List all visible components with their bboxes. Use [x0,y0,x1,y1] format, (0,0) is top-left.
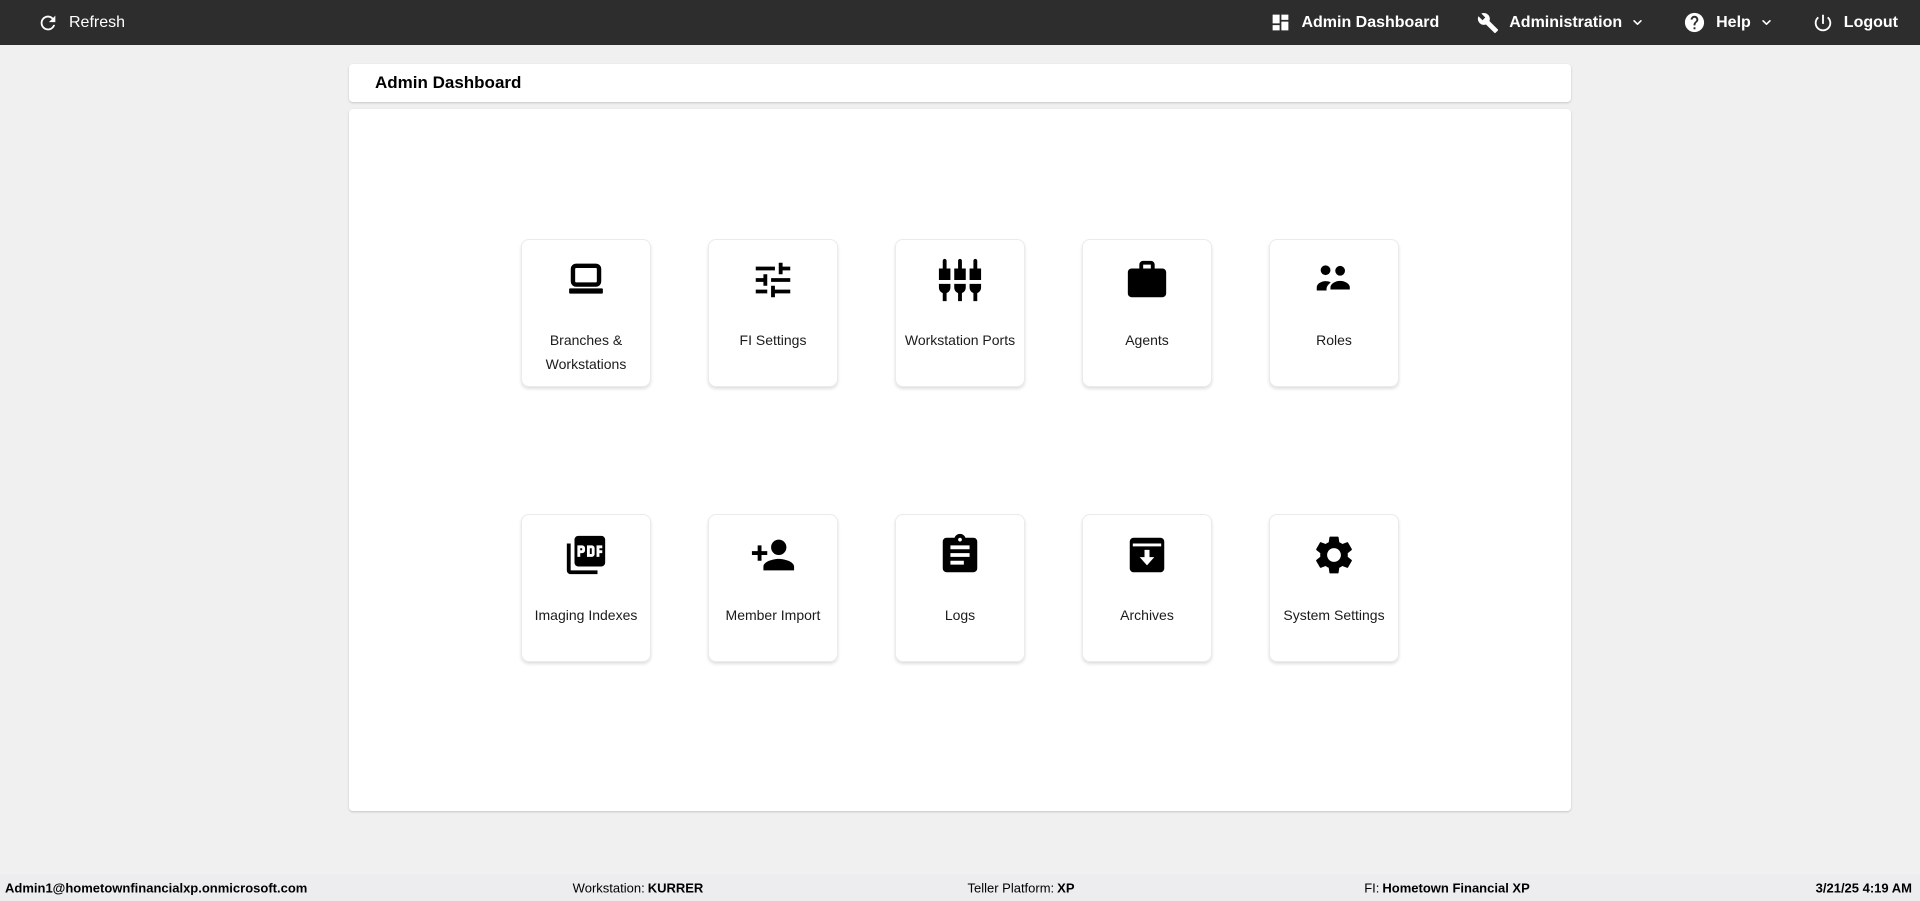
chevron-down-icon [1759,15,1774,30]
fi-status: FI: Hometown Financial XP [1364,880,1530,895]
workstation-status: Workstation: KURRER [573,880,704,895]
page-title: Admin Dashboard [375,73,522,92]
tile-fi-settings[interactable]: FI Settings [708,239,838,387]
power-icon [1814,14,1832,31]
refresh-icon [40,15,56,30]
tile-label: Workstation Ports [904,332,1016,348]
nav-admin-dashboard-label: Admin Dashboard [1301,13,1440,31]
dashboard-content-card: Branches & Workstations FI Settings Work… [349,109,1571,811]
tile-logs[interactable]: Logs [895,514,1025,662]
tile-workstation-ports[interactable]: Workstation Ports [895,239,1025,387]
tile-label: Member Import [725,607,821,623]
teller-platform-status: Teller Platform: XP [967,880,1074,895]
tile-label: Agents [1125,332,1169,348]
tile-label: System Settings [1283,607,1385,623]
tile-roles[interactable]: Roles [1269,239,1399,387]
chevron-down-icon [1630,15,1645,30]
tile-label: FI Settings [739,332,807,348]
clipboard-icon [942,533,978,573]
refresh-button[interactable]: Refresh [37,12,125,34]
fi-label: FI: [1364,880,1380,895]
archive-icon [1129,537,1165,573]
tile-label: Logs [944,607,976,623]
tile-member-import[interactable]: Member Import [708,514,838,662]
tile-imaging-indexes[interactable]: Imaging Indexes [521,514,651,662]
tile-label: Roles [1316,332,1352,348]
app-root: Refresh Admin Dashboard Administration H… [0,0,1920,901]
briefcase-icon [1127,260,1167,298]
teller-platform-label: Teller Platform: [967,880,1055,895]
tile-archives[interactable]: Archives [1082,514,1212,662]
tile-label: Archives [1120,607,1174,623]
page-title-card: Admin Dashboard [349,64,1571,102]
people-icon [1316,263,1352,292]
tile-label: Branches & Workstations [545,332,627,372]
input-component-icon [938,258,982,302]
workstation-label: Workstation: [572,880,645,895]
page-body: Admin Dashboard Branches & Workstations … [0,45,1920,874]
tile-branches-workstations[interactable]: Branches & Workstations [521,239,651,387]
person-add-icon [751,539,795,571]
topbar-right-nav: Admin Dashboard Administration Help Logo… [1270,11,1898,34]
nav-admin-dashboard[interactable]: Admin Dashboard [1270,12,1439,33]
dashboard-icon [1273,14,1289,31]
fi-value: Hometown Financial XP [1382,880,1530,895]
nav-logout-label: Logout [1843,13,1898,31]
help-icon [1685,12,1705,33]
tile-agents[interactable]: Agents [1082,239,1212,387]
laptop-icon [569,263,603,294]
status-datetime: 3/21/25 4:19 AM [1815,880,1912,895]
tile-label: Imaging Indexes [534,607,638,623]
nav-administration-label: Administration [1509,13,1623,31]
nav-help-label: Help [1716,13,1751,31]
workstation-value: KURRER [647,880,704,895]
logged-in-user: Admin1@hometownfinancialxp.onmicrosoft.c… [5,880,308,895]
refresh-label: Refresh [69,13,126,31]
nav-administration[interactable]: Administration [1477,12,1645,34]
nav-help[interactable]: Help [1683,11,1774,34]
tile-row-1: Branches & Workstations FI Settings Work… [349,239,1571,387]
tile-row-2: Imaging Indexes Member Import Logs Archi… [349,514,1571,662]
nav-logout[interactable]: Logout [1812,12,1898,34]
sliders-icon [755,262,791,298]
tile-system-settings[interactable]: System Settings [1269,514,1399,662]
pdf-icon [566,535,606,575]
gear-icon [1316,536,1352,574]
status-bar: Admin1@hometownfinancialxp.onmicrosoft.c… [0,874,1920,901]
top-navigation-bar: Refresh Admin Dashboard Administration H… [0,0,1920,45]
wrench-icon [1478,12,1499,33]
teller-platform-value: XP [1057,880,1075,895]
